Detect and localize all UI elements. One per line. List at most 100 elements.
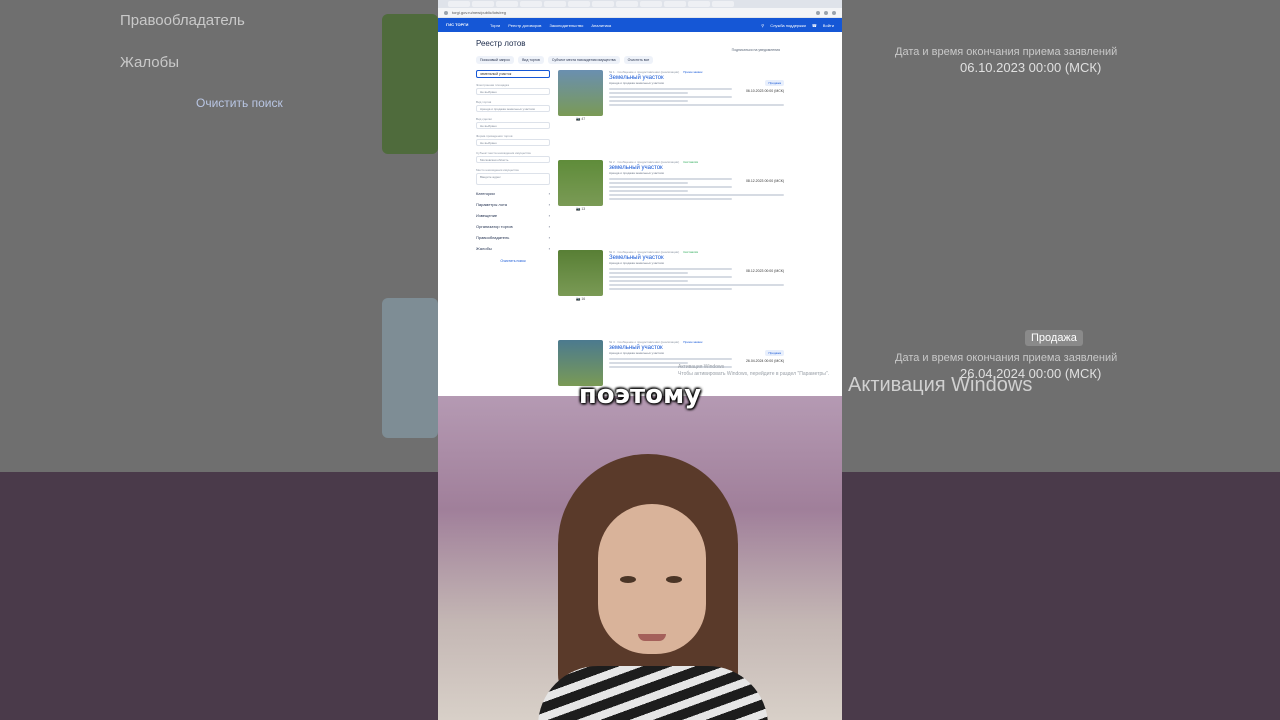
lock-icon bbox=[444, 10, 448, 15]
nav-item-analytics[interactable]: Аналитика bbox=[591, 23, 611, 28]
form-select[interactable]: Не выбрано bbox=[476, 139, 550, 146]
person-mouth bbox=[638, 634, 666, 641]
browser-tab[interactable] bbox=[640, 1, 662, 7]
lot-card[interactable]: 📷 16 № 3 · Сообщение о предоставлении (р… bbox=[558, 250, 788, 330]
subscribe-link[interactable]: Подписаться на уведомления bbox=[732, 48, 780, 52]
filter-chip[interactable]: Поисковый запрос bbox=[476, 56, 515, 64]
lot-meta: № 3 · Сообщение о предоставлении (реализ… bbox=[609, 250, 784, 254]
page-title: Реестр лотов bbox=[476, 39, 526, 48]
field-label: Вид сделки bbox=[476, 117, 492, 121]
field-label: Место нахождения имущества bbox=[476, 168, 519, 172]
browser-tabbar bbox=[438, 0, 842, 8]
section-organizer[interactable]: Организатор торгов › bbox=[476, 224, 550, 229]
photo-count: 📷 16 bbox=[576, 297, 586, 301]
status-badge: Состоялся bbox=[683, 160, 699, 164]
section-rightholder[interactable]: Правообладатель › bbox=[476, 235, 550, 240]
auction-type-select[interactable]: Аренда и продажа земельных участков bbox=[476, 105, 550, 112]
lot-photo[interactable] bbox=[558, 70, 603, 116]
browser-tab[interactable] bbox=[520, 1, 542, 7]
clear-search-link[interactable]: Очистить поиск bbox=[476, 259, 550, 263]
deal-type-select[interactable]: Не выбрано bbox=[476, 122, 550, 129]
lot-subtitle: Аренда и продажа земельных участков bbox=[609, 351, 664, 355]
section-categories[interactable]: Категории › bbox=[476, 191, 550, 196]
section-notice[interactable]: Извещение › bbox=[476, 213, 550, 218]
filter-chip[interactable]: Субъект места нахождения имущества bbox=[547, 56, 620, 64]
photo-count-value: 13 bbox=[581, 207, 586, 211]
windows-activation-watermark: Активация Windows Чтобы активировать Win… bbox=[678, 364, 829, 378]
lot-meta: № 2 · Сообщение о предоставлении (реализ… bbox=[609, 160, 784, 164]
region-select[interactable]: Московская область bbox=[476, 156, 550, 163]
deadline-date: 26.04.2024 00:00 (МСК) bbox=[745, 359, 784, 363]
section-lot-params[interactable]: Параметры лота › bbox=[476, 202, 550, 207]
address-input[interactable]: Введите адрес bbox=[476, 173, 550, 185]
active-filters: Поисковый запрос Вид торгов Субъект мест… bbox=[476, 56, 804, 64]
browser-tab[interactable] bbox=[472, 1, 494, 7]
bg-thumb-1 bbox=[382, 14, 438, 154]
nav-item-torgi[interactable]: Торги bbox=[490, 23, 500, 28]
person-eye bbox=[620, 576, 636, 583]
star-icon[interactable] bbox=[816, 10, 820, 15]
lot-meta-text: № 2 · Сообщение о предоставлении (реализ… bbox=[609, 160, 680, 164]
section-label: Извещение bbox=[476, 213, 498, 218]
lot-photo[interactable] bbox=[558, 160, 603, 206]
lot-card[interactable]: 📷 13 № 2 · Сообщение о предоставлении (р… bbox=[558, 160, 788, 240]
lot-subtitle: Аренда и продажа земельных участков bbox=[609, 171, 664, 175]
lot-meta-text: № 3 · Сообщение о предоставлении (реализ… bbox=[609, 250, 680, 254]
browser-tab[interactable] bbox=[664, 1, 686, 7]
address-bar[interactable]: torgi.gov.ru/new/public/lots/reg bbox=[438, 8, 842, 18]
section-label: Категории bbox=[476, 191, 495, 196]
nav-item-contracts[interactable]: Реестр договоров bbox=[508, 23, 541, 28]
bg-label-clear: Очистить поиск bbox=[196, 96, 283, 110]
bg-right-label-2: Дата и время окончания приема заявлений bbox=[895, 352, 1118, 364]
browser-tab[interactable] bbox=[544, 1, 566, 7]
extension-icon[interactable] bbox=[824, 10, 828, 15]
bg-right-date-1: 06.10.2023 00:00 (МСК) bbox=[960, 60, 1102, 75]
bg-label-rightholder: Правообладатель bbox=[120, 12, 245, 29]
bg-label-complaints: Жалобы bbox=[120, 54, 179, 71]
bg-windows-activation: Активация Windows bbox=[848, 374, 1033, 396]
browser-tab[interactable] bbox=[712, 1, 734, 7]
section-label: Правообладатель bbox=[476, 235, 510, 240]
browser-tab[interactable] bbox=[592, 1, 614, 7]
site-header: ГИС ТОРГИ Торги Реестр договоров Законод… bbox=[438, 18, 842, 32]
person-face bbox=[598, 504, 706, 654]
subtitle-caption: поэтому bbox=[578, 380, 702, 410]
phone-icon[interactable]: ☎ bbox=[812, 23, 817, 28]
chevron-icon: › bbox=[548, 224, 550, 229]
section-complaints[interactable]: Жалобы › bbox=[476, 246, 550, 251]
photo-count-value: 16 bbox=[581, 297, 586, 301]
deadline-date: 08.12.2023 00:00 (МСК) bbox=[745, 269, 784, 273]
browser-tab[interactable] bbox=[688, 1, 710, 7]
clear-filters-chip[interactable]: Очистить все bbox=[623, 56, 654, 64]
photo-count: 📷 47 bbox=[576, 117, 586, 121]
login-button[interactable]: Войти bbox=[823, 23, 834, 28]
section-label: Параметры лота bbox=[476, 202, 507, 207]
url-text[interactable]: torgi.gov.ru/new/public/lots/reg bbox=[452, 10, 812, 15]
bg-right-badge: Продажа bbox=[1025, 330, 1083, 346]
profile-icon[interactable] bbox=[832, 10, 836, 15]
webcam-video bbox=[438, 396, 842, 720]
support-link[interactable]: Служба поддержки bbox=[770, 23, 806, 28]
status-badge: Прием заявок bbox=[683, 340, 703, 344]
lot-meta: № 1 · Сообщение о предоставлении (реализ… bbox=[609, 70, 784, 74]
browser-tab[interactable] bbox=[496, 1, 518, 7]
browser-tab[interactable] bbox=[616, 1, 638, 7]
deadline-date: 08.12.2023 00:00 (МСК) bbox=[745, 179, 784, 183]
browser-tab[interactable] bbox=[448, 1, 470, 7]
nav-item-legislation[interactable]: Законодательство bbox=[549, 23, 583, 28]
lot-photo[interactable] bbox=[558, 250, 603, 296]
field-label: Электронная площадка bbox=[476, 83, 509, 87]
lot-subtitle: Аренда и продажа земельных участков bbox=[609, 261, 664, 265]
filter-chip[interactable]: Вид торгов bbox=[518, 56, 544, 64]
site-logo[interactable]: ГИС ТОРГИ bbox=[446, 23, 482, 27]
browser-tab[interactable] bbox=[568, 1, 590, 7]
watermark-line: Чтобы активировать Windows, перейдите в … bbox=[678, 371, 830, 377]
field-label: Форма проведения торгов bbox=[476, 134, 513, 138]
browser-screen: torgi.gov.ru/new/public/lots/reg ГИС ТОР… bbox=[438, 0, 842, 396]
search-input[interactable]: земельный участок bbox=[476, 70, 550, 78]
main-content: Реестр лотов Подписаться на уведомления … bbox=[438, 39, 842, 64]
platform-select[interactable]: Не выбрано bbox=[476, 88, 550, 95]
lot-subtitle: Аренда и продажа земельных участков bbox=[609, 81, 664, 85]
search-icon[interactable]: ⚲ bbox=[761, 23, 764, 28]
lot-card[interactable]: 📷 47 № 1 · Сообщение о предоставлении (р… bbox=[558, 70, 788, 150]
